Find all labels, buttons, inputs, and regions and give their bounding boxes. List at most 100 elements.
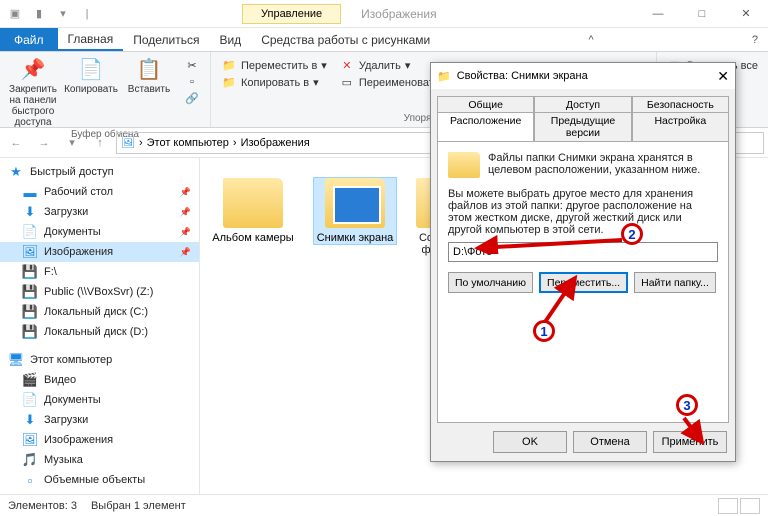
chevron-right-icon[interactable]: › xyxy=(233,137,237,149)
folder-icon: 📁 xyxy=(437,70,451,83)
details-view-button[interactable] xyxy=(718,498,738,514)
sidebar-item-drive-d[interactable]: 💾Локальный диск (D:) xyxy=(0,322,199,342)
sidebar: ★Быстрый доступ ▬Рабочий стол📌 ⬇Загрузки… xyxy=(0,158,200,494)
delete-button[interactable]: ✕Удалить ▾ xyxy=(335,58,444,73)
tab-security[interactable]: Безопасность xyxy=(632,96,729,113)
pictures-icon: 🖼 xyxy=(121,136,135,149)
folder-icon xyxy=(448,152,480,178)
copy-to-button[interactable]: 📁Копировать в ▾ xyxy=(217,75,331,90)
tab-location[interactable]: Расположение xyxy=(437,112,534,141)
folder-label: Альбом камеры xyxy=(212,232,294,244)
pin-icon: 📌 xyxy=(180,187,191,198)
copy-button[interactable]: 📄Копировать xyxy=(64,54,118,95)
rename-label: Переименовать xyxy=(359,77,440,89)
pin-icon: 📌 xyxy=(180,227,191,238)
tab-share[interactable]: Поделиться xyxy=(123,28,209,51)
qat: ▣ ▮ ▾ | xyxy=(0,3,102,25)
pin-icon: 📌 xyxy=(180,207,191,218)
move-to-button[interactable]: 📁Переместить в ▾ xyxy=(217,58,331,73)
delete-label: Удалить xyxy=(359,60,401,72)
breadcrumb-item[interactable]: Изображения xyxy=(241,137,310,149)
tab-file[interactable]: Файл xyxy=(0,28,58,51)
sidebar-label: Объемные объекты xyxy=(44,474,145,486)
tab-view[interactable]: Вид xyxy=(209,28,251,51)
sidebar-item-drive-f[interactable]: 💾F:\ xyxy=(0,262,199,282)
cancel-button[interactable]: Отмена xyxy=(573,431,647,453)
status-bar: Элементов: 3 Выбран 1 элемент xyxy=(0,494,768,516)
arrow-3 xyxy=(672,412,712,452)
close-button[interactable]: ✕ xyxy=(717,68,729,85)
move-to-label: Переместить в xyxy=(241,60,317,72)
sidebar-item-desktop[interactable]: ▬Рабочий стол📌 xyxy=(0,182,199,202)
pin-button[interactable]: 📌Закрепить на панели быстрого доступа xyxy=(6,54,60,128)
sidebar-label: Видео xyxy=(44,374,76,386)
sidebar-label: Загрузки xyxy=(44,414,88,426)
selection-count: Выбран 1 элемент xyxy=(91,500,186,512)
tab-previous-versions[interactable]: Предыдущие версии xyxy=(534,112,631,141)
up-button[interactable]: ↑ xyxy=(88,131,112,155)
recent-dropdown[interactable]: ▾ xyxy=(60,131,84,155)
sidebar-item-pictures[interactable]: 🖼Изображения xyxy=(0,430,199,450)
ok-button[interactable]: OK xyxy=(493,431,567,453)
tab-general[interactable]: Общие xyxy=(437,96,534,113)
sidebar-item-pictures[interactable]: 🖼Изображения📌 xyxy=(0,242,199,262)
sidebar-item-documents[interactable]: 📄Документы xyxy=(0,390,199,410)
folder-icon[interactable]: ▣ xyxy=(4,3,26,25)
titlebar: ▣ ▮ ▾ | Управление Изображения — □ ✕ xyxy=(0,0,768,28)
sidebar-item-music[interactable]: 🎵Музыка xyxy=(0,450,199,470)
sidebar-quick-access[interactable]: ★Быстрый доступ xyxy=(0,162,199,182)
tab-customize[interactable]: Настройка xyxy=(632,112,729,141)
close-button[interactable]: ✕ xyxy=(724,0,768,28)
forward-button[interactable]: → xyxy=(32,131,56,155)
tab-home[interactable]: Главная xyxy=(58,28,124,51)
dialog-tabs: Общие Доступ Безопасность Расположение П… xyxy=(431,89,735,141)
sidebar-item-3d[interactable]: ▫Объемные объекты xyxy=(0,470,199,490)
sidebar-item-downloads[interactable]: ⬇Загрузки📌 xyxy=(0,202,199,222)
back-button[interactable]: ← xyxy=(4,131,28,155)
sidebar-item-network-drive[interactable]: 💾Public (\\VBoxSvr) (Z:) xyxy=(0,282,199,302)
tab-picture-tools[interactable]: Средства работы с рисунками xyxy=(251,28,440,51)
sidebar-label: Загрузки xyxy=(44,206,88,218)
copy-path-button[interactable]: ▫ xyxy=(180,75,204,89)
dialog-titlebar[interactable]: 📁 Свойства: Снимки экрана ✕ xyxy=(431,63,735,89)
folder-item[interactable]: Снимки экрана xyxy=(314,178,396,244)
icons-view-button[interactable] xyxy=(740,498,760,514)
sidebar-item-drive-c[interactable]: 💾Локальный диск (C:) xyxy=(0,302,199,322)
cut-button[interactable]: ✂ xyxy=(180,58,204,73)
dialog-title: Свойства: Снимки экрана xyxy=(457,70,588,82)
sidebar-label: Изображения xyxy=(44,246,113,258)
view-switcher xyxy=(718,498,760,514)
sidebar-label: Музыка xyxy=(44,454,83,466)
sidebar-this-pc[interactable]: 🖥Этот компьютер xyxy=(0,350,199,370)
minimize-button[interactable]: — xyxy=(636,0,680,28)
help-icon[interactable]: ? xyxy=(742,28,768,51)
contextual-tab[interactable]: Управление xyxy=(242,4,341,24)
rename-button[interactable]: ▭Переименовать xyxy=(335,75,444,90)
chevron-right-icon[interactable]: › xyxy=(139,137,143,149)
paste-shortcut-button[interactable]: 🔗 xyxy=(180,91,204,106)
annotation-3: 3 xyxy=(676,394,698,416)
maximize-button[interactable]: □ xyxy=(680,0,724,28)
qat-dropdown-icon[interactable]: ▾ xyxy=(52,3,74,25)
collapse-ribbon-icon[interactable]: ^ xyxy=(578,28,603,51)
breadcrumb-item[interactable]: Этот компьютер xyxy=(147,137,229,149)
pin-label: Закрепить на панели быстрого доступа xyxy=(6,84,60,128)
annotation-2: 2 xyxy=(621,223,643,245)
window-controls: — □ ✕ xyxy=(636,0,768,28)
sidebar-item-videos[interactable]: 🎬Видео xyxy=(0,370,199,390)
find-target-button[interactable]: Найти папку... xyxy=(634,272,716,293)
sidebar-item-downloads[interactable]: ⬇Загрузки xyxy=(0,410,199,430)
divider: | xyxy=(76,3,98,25)
paste-label: Вставить xyxy=(122,84,176,95)
tab-sharing[interactable]: Доступ xyxy=(534,96,631,113)
sidebar-label: Этот компьютер xyxy=(30,354,112,366)
window-title: Изображения xyxy=(361,7,436,21)
folder-item[interactable]: Альбом камеры xyxy=(212,178,294,244)
sidebar-item-documents[interactable]: 📄Документы📌 xyxy=(0,222,199,242)
qat-item[interactable]: ▮ xyxy=(28,3,50,25)
paste-button[interactable]: 📋Вставить xyxy=(122,54,176,95)
copy-label: Копировать xyxy=(64,84,118,95)
sidebar-label: Локальный диск (D:) xyxy=(44,326,148,338)
restore-default-button[interactable]: По умолчанию xyxy=(448,272,533,293)
location-info-1: Файлы папки Снимки экрана хранятся в цел… xyxy=(488,152,718,178)
